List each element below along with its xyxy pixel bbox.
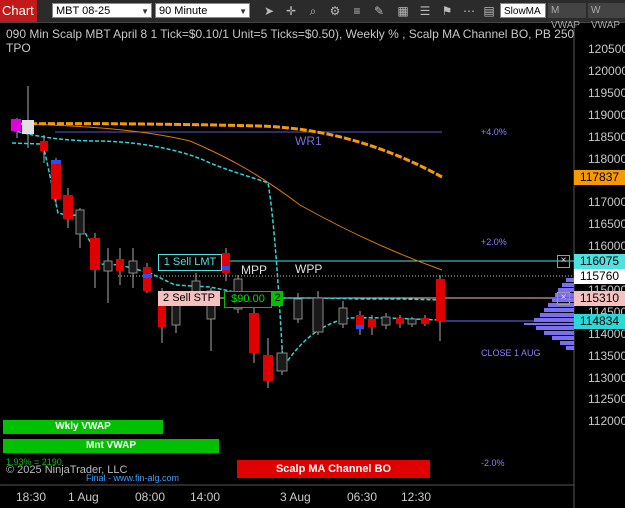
candle-body bbox=[143, 267, 151, 291]
candle-body bbox=[40, 141, 48, 151]
sell-stop-order[interactable]: 2 Sell STP bbox=[158, 291, 220, 306]
time-axis-tick: 18:30 bbox=[16, 490, 47, 504]
w-vwap-button[interactable]: W VWAP bbox=[588, 3, 625, 31]
instrument-selector[interactable]: MBT 08-25 ▼ bbox=[52, 3, 152, 18]
candle-body bbox=[381, 316, 391, 326]
weekly-vwap-line bbox=[11, 129, 441, 364]
chevron-down-icon: ▼ bbox=[141, 7, 149, 16]
more-icon[interactable]: ⋯ bbox=[462, 4, 476, 18]
close-label: CLOSE 1 AUG bbox=[481, 348, 541, 358]
wr1-label: WR1 bbox=[295, 134, 322, 148]
monthly-vwap-button[interactable]: Mnt VWAP bbox=[3, 439, 219, 453]
candle-body bbox=[128, 260, 138, 274]
chart-tab[interactable]: Chart bbox=[0, 0, 37, 22]
last-price-badge: 115760 bbox=[574, 269, 625, 284]
candle-body bbox=[407, 318, 417, 325]
candle-body bbox=[75, 209, 85, 235]
price-axis-tick: 112500 bbox=[588, 392, 625, 407]
gear-icon[interactable]: ⚙ bbox=[328, 4, 342, 18]
percent-plus2: +2.0% bbox=[481, 237, 507, 247]
chart-title-line2: TPO bbox=[6, 41, 31, 55]
limit-price-badge: 116075 bbox=[574, 254, 625, 269]
chart-toolbar: Chart MBT 08-25 ▼ 90 Minute ▼ ➤ ✛ ⌕ ⚙ ≡ … bbox=[0, 0, 625, 31]
candle-body bbox=[368, 319, 376, 327]
time-axis-tick: 08:00 bbox=[135, 490, 166, 504]
price-axis-tick: 116500 bbox=[588, 217, 625, 232]
m-vwap-button[interactable]: M VWAP bbox=[548, 3, 586, 31]
order-qty-badge[interactable]: 2 bbox=[272, 291, 283, 306]
price-axis-tick: 120000 bbox=[588, 63, 625, 78]
mpp-label: MPP bbox=[241, 263, 268, 277]
time-axis-tick: 3 Aug bbox=[280, 490, 311, 504]
candle-body bbox=[312, 297, 324, 333]
price-axis-tick: 112000 bbox=[588, 414, 625, 429]
price-axis-tick: 120500 bbox=[588, 42, 625, 56]
crosshair-icon[interactable]: ✛ bbox=[284, 4, 298, 18]
signal-marker bbox=[51, 160, 61, 164]
candle-body bbox=[11, 119, 21, 131]
candle-body bbox=[263, 355, 273, 381]
percent-plus4: +4.0% bbox=[481, 127, 507, 137]
sell-limit-order[interactable]: 1 Sell LMT bbox=[158, 254, 222, 271]
signal-marker bbox=[222, 266, 230, 270]
strategy-icon[interactable]: ⚑ bbox=[440, 4, 454, 18]
wpp-label: WPP bbox=[295, 262, 323, 276]
vwap-price-badge: 114834 bbox=[574, 314, 625, 329]
price-axis-tick: 119500 bbox=[588, 85, 625, 100]
candle-body bbox=[103, 260, 113, 272]
price-axis-tick: 119000 bbox=[588, 107, 625, 122]
price-axis-tick: 118500 bbox=[588, 129, 625, 144]
time-axis-tick: 14:00 bbox=[190, 490, 221, 504]
candle-body bbox=[90, 238, 100, 270]
time-axis-tick: 12:30 bbox=[401, 490, 432, 504]
timeframe-selector[interactable]: 90 Minute ▼ bbox=[155, 3, 250, 18]
candle-body bbox=[293, 298, 303, 320]
time-axis-tick: 06:30 bbox=[347, 490, 378, 504]
weekly-vwap-button[interactable]: Wkly VWAP bbox=[3, 420, 163, 434]
cursor-icon[interactable]: ➤ bbox=[262, 4, 276, 18]
watermark: Final - www.fin-alg.com bbox=[86, 473, 180, 483]
candle-body bbox=[276, 352, 288, 372]
timeframe-value: 90 Minute bbox=[159, 5, 208, 17]
tpo-profile bbox=[524, 278, 574, 350]
price-axis-tick: 118000 bbox=[588, 151, 625, 166]
draw-icon[interactable]: ✎ bbox=[372, 4, 386, 18]
close-limit-icon[interactable]: × bbox=[557, 255, 570, 268]
candle-body bbox=[22, 120, 34, 134]
instrument-value: MBT 08-25 bbox=[56, 5, 111, 17]
candle-body bbox=[396, 318, 404, 324]
price-axis-tick: 116000 bbox=[588, 239, 625, 254]
stop-price-badge: 115310 bbox=[574, 291, 625, 306]
candles bbox=[11, 86, 445, 388]
signal-marker bbox=[356, 325, 364, 329]
time-axis-tick: 1 Aug bbox=[68, 490, 99, 504]
grid-icon[interactable]: ▤ bbox=[482, 4, 496, 18]
candle-body bbox=[421, 318, 429, 324]
close-stop-icon[interactable]: × bbox=[557, 292, 570, 305]
price-axis-tick: 113500 bbox=[588, 348, 625, 363]
slowma-button[interactable]: SlowMA bbox=[500, 3, 546, 18]
chart-title: 090 Min Scalp MBT April 8 1 Tick=$0.10/1… bbox=[6, 27, 574, 41]
candle-body bbox=[338, 307, 348, 325]
lines-icon[interactable]: ≡ bbox=[350, 4, 364, 18]
candle-body bbox=[63, 195, 73, 219]
slow-ma-price-badge: 117837 bbox=[574, 170, 625, 185]
zoom-icon[interactable]: ⌕ bbox=[306, 4, 320, 18]
price-axis-tick: 113000 bbox=[588, 370, 625, 385]
candle-body bbox=[249, 313, 259, 353]
candle-body bbox=[436, 279, 445, 321]
price-axis-tick: 117000 bbox=[588, 195, 625, 210]
chart-panel[interactable]: 090 Min Scalp MBT April 8 1 Tick=$0.10/1… bbox=[0, 23, 625, 508]
properties-icon[interactable]: ☰ bbox=[418, 4, 432, 18]
template-icon[interactable]: ▦ bbox=[396, 4, 410, 18]
percent-minus2: -2.0% bbox=[481, 458, 505, 468]
pnl-badge: $90.00 bbox=[224, 291, 272, 308]
candle-body bbox=[116, 259, 124, 271]
signal-marker bbox=[143, 274, 152, 278]
scalp-bo-button[interactable]: Scalp MA Channel BO bbox=[237, 460, 430, 478]
chevron-down-icon: ▼ bbox=[239, 7, 247, 16]
candle-body bbox=[51, 163, 61, 199]
